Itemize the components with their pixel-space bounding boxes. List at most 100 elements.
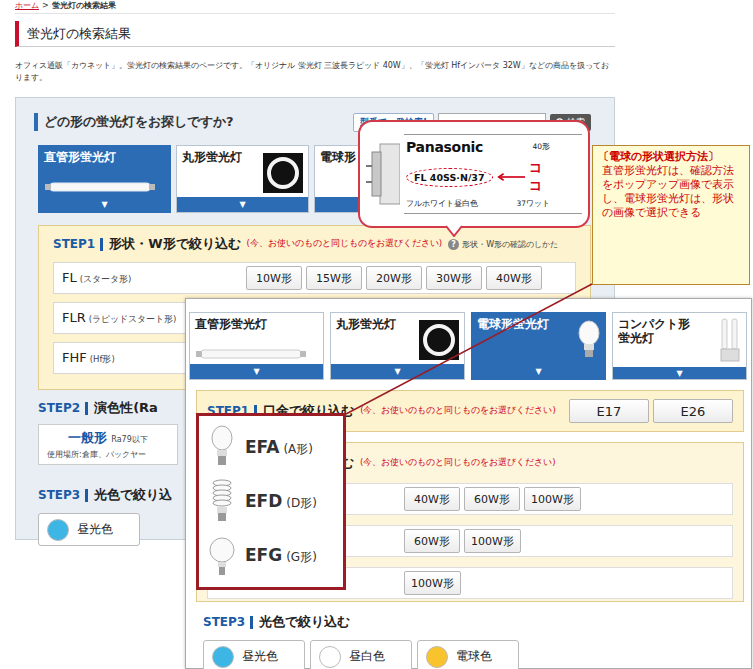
- wattage-button[interactable]: 100W形: [524, 487, 581, 511]
- wattage-button[interactable]: 40W形: [404, 487, 460, 511]
- help-icon: ?: [448, 239, 459, 250]
- step1-header: STEP1形状・W形で絞り込む(今、お使いのものと同じものをお選びください)?形…: [53, 234, 576, 254]
- wattage-button[interactable]: 100W形: [464, 529, 521, 553]
- color-button[interactable]: 昼白色: [310, 640, 412, 669]
- color-dot: [319, 646, 341, 668]
- tab-picture: [419, 320, 459, 360]
- ring-lamp-icon: [263, 153, 303, 193]
- label-size: 40形: [532, 142, 550, 152]
- tab-body: コンパクト形蛍光灯: [613, 313, 746, 367]
- tab-label: 直管形蛍光灯: [195, 317, 267, 331]
- tab-picture: [195, 348, 307, 360]
- finder-heading: どの形の蛍光灯をお探しですか?: [34, 113, 234, 131]
- label-row: FL 40SS·N/37 ココ: [406, 159, 580, 195]
- base-button[interactable]: E17: [569, 399, 649, 423]
- base-options: E17E26: [569, 399, 733, 423]
- color-button[interactable]: 電球色: [417, 640, 519, 669]
- ra-line: 一般形 Ra79以下: [47, 429, 169, 447]
- shape-tab[interactable]: 直管形蛍光灯▼: [38, 145, 171, 213]
- step-number: STEP2: [38, 402, 88, 415]
- wattage-button[interactable]: 30W形: [426, 266, 482, 290]
- pointer-label: ココ: [529, 159, 550, 195]
- shape-option[interactable]: EFD(D形): [209, 479, 333, 523]
- shape-tab[interactable]: 丸形蛍光灯▼: [176, 145, 309, 213]
- shape-code: EFD: [245, 491, 282, 511]
- help-link[interactable]: ?形状・W形の確認のしかた: [448, 239, 558, 250]
- color-step: STEP3光色で絞り込む昼光色 昼白色 電球色: [189, 602, 748, 669]
- breadcrumb-home[interactable]: ホーム: [15, 1, 39, 11]
- shape-tab[interactable]: 電球形蛍光灯▼: [471, 312, 606, 380]
- shape-option[interactable]: EFA(A形): [209, 425, 333, 469]
- wattage-options: 100W形: [404, 571, 461, 595]
- connector-line-icon: [0, 0, 753, 669]
- tab-strip: ▼: [177, 197, 308, 212]
- ra-option[interactable]: 一般形 Ra79以下使用場所:倉庫、バックヤー: [38, 424, 178, 465]
- down-arrow-icon: ▼: [676, 369, 682, 378]
- label-row: Panasonic 40形: [406, 139, 580, 155]
- shape-tab[interactable]: コンパクト形蛍光灯 ▼: [612, 312, 747, 380]
- tab-body: 丸形蛍光灯: [331, 313, 464, 364]
- ra-label: 一般形: [68, 429, 107, 447]
- detail-tabs: 直管形蛍光灯▼丸形蛍光灯▼電球形蛍光灯▼コンパクト形蛍光灯▼: [189, 312, 748, 380]
- shape-tab[interactable]: 丸形蛍光灯 ▼: [330, 312, 465, 380]
- popup-tail-icon: [446, 225, 462, 237]
- shape-text: EFG(G形): [245, 545, 317, 566]
- tab-strip: ▼: [472, 364, 605, 379]
- wattage-button[interactable]: 20W形: [366, 266, 422, 290]
- shape-name: (G形): [286, 549, 317, 566]
- step-number: STEP3: [38, 489, 88, 502]
- color-step-header: STEP3光色で絞り込む: [203, 612, 734, 632]
- tab-label: 電球形: [320, 150, 356, 193]
- type-code: FHF: [62, 350, 87, 365]
- step-title: 演色性(Ra: [94, 399, 158, 417]
- wattage-button[interactable]: 100W形: [404, 571, 461, 595]
- globe-bulb-icon: [209, 534, 235, 578]
- spiral-bulb-icon: [209, 479, 235, 523]
- shape-text: EFD(D形): [245, 491, 317, 512]
- step-note: (今、お使いのものと同じものをお選びください): [360, 405, 556, 417]
- label-row: フルホワイト昼白色37ワット: [406, 199, 580, 209]
- tab-label: 直管形蛍光灯: [44, 150, 116, 164]
- tab-strip: ▼: [331, 364, 464, 379]
- wattage-button[interactable]: 15W形: [306, 266, 362, 290]
- wattage-options: 60W形100W形: [404, 529, 521, 553]
- tab-strip: ▼: [190, 364, 323, 379]
- page-description: オフィス通販「カウネット」。蛍光灯の検索結果のページです。「オリジナル 蛍光灯 …: [15, 60, 615, 84]
- wattage-button[interactable]: 60W形: [464, 487, 520, 511]
- color-dot: [212, 646, 234, 668]
- step-title: 形状・W形で絞り込む: [109, 235, 240, 253]
- label-color-name: フルホワイト昼白色: [406, 199, 478, 209]
- shape-text: EFA(A形): [245, 437, 313, 458]
- annotation-title: 〔電球の形状選択方法〕: [598, 150, 744, 164]
- label-model: FL 40SS·N/37: [406, 168, 493, 187]
- compact-lamp-icon: [719, 317, 741, 363]
- shape-tab[interactable]: 直管形蛍光灯 ▼: [189, 312, 324, 380]
- type-code: FLR: [62, 310, 86, 325]
- wattage-button[interactable]: 60W形: [404, 529, 460, 553]
- shape-name: (A形): [283, 441, 313, 458]
- wattage-button[interactable]: 10W形: [246, 266, 302, 290]
- shape-zoom-box: EFA(A形) EFD(D形) EFG(G形): [196, 413, 346, 590]
- ra-usage: 使用場所:倉庫、バックヤー: [47, 449, 169, 460]
- type-desc: (スタータ形): [80, 274, 132, 286]
- ra-sub: Ra79以下: [111, 434, 147, 445]
- wattage-options: 40W形60W形100W形: [404, 487, 581, 511]
- tube-cap-icon: [366, 138, 400, 210]
- shape-option[interactable]: EFG(G形): [209, 534, 333, 578]
- tab-body: 電球形蛍光灯: [472, 313, 605, 364]
- breadcrumb-separator: >: [42, 1, 49, 11]
- base-button[interactable]: E26: [653, 399, 733, 423]
- color-button[interactable]: 昼光色: [203, 640, 305, 669]
- step-title: 光色で絞り込: [94, 486, 172, 504]
- color-label: 昼白色: [349, 648, 385, 665]
- tube-lamp-icon: [44, 181, 156, 193]
- type-code: FL: [62, 270, 77, 285]
- wattage-button[interactable]: 40W形: [486, 266, 542, 290]
- step-note: (今、お使いのものと同じものをお選びください): [360, 457, 556, 469]
- type-label: FL(スタータ形): [54, 270, 246, 286]
- down-arrow-icon: ▼: [394, 367, 400, 376]
- label-brand: Panasonic: [406, 139, 483, 155]
- tube-lamp-icon: [195, 348, 307, 360]
- color-button[interactable]: 昼光色: [38, 513, 140, 546]
- color-dot: [47, 519, 69, 541]
